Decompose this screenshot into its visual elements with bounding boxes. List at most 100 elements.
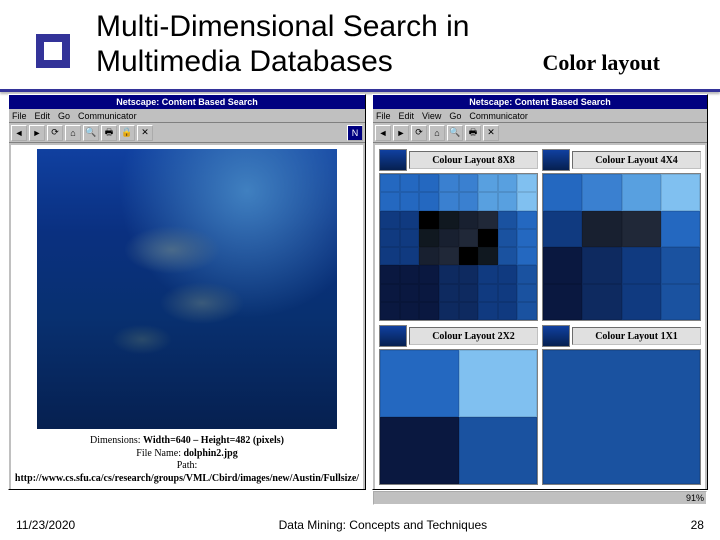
forward-button[interactable]: ► [393,125,409,141]
thumb-4x4 [542,149,570,171]
back-button[interactable]: ◄ [11,125,27,141]
color-cell [459,174,479,192]
color-cell [582,247,621,284]
right-toolbar: ◄ ► ⟳ ⌂ 🔍 🖶 ✕ [373,123,707,143]
label-8x8: Colour Layout 8X8 [409,151,538,169]
color-cell [400,302,420,320]
menu-view[interactable]: View [422,111,441,121]
color-cell [400,211,420,229]
label-1x1: Colour Layout 1X1 [572,327,701,345]
color-cell [622,174,661,211]
color-cell [380,265,400,283]
color-cell [439,247,459,265]
color-cell [459,350,538,417]
color-cell [543,211,582,248]
color-cell [498,174,518,192]
color-cell [478,174,498,192]
color-grid-2x2 [379,349,538,485]
color-cell [439,265,459,283]
home-button[interactable]: ⌂ [65,125,81,141]
title-line-1: Multi-Dimensional Search in [96,10,469,43]
forward-button[interactable]: ► [29,125,45,141]
filename-value: dolphin2.jpg [184,448,238,459]
color-cell [661,284,700,321]
color-cell [478,265,498,283]
stop-button[interactable]: ✕ [137,125,153,141]
color-cell [478,211,498,229]
label-2x2: Colour Layout 2X2 [409,327,538,345]
color-cell [419,192,439,210]
color-cell [498,265,518,283]
back-button[interactable]: ◄ [375,125,391,141]
thumb-1x1 [542,325,570,347]
color-cell [498,247,518,265]
panel-8x8: Colour Layout 8X8 [379,149,538,321]
color-cell [380,302,400,320]
security-button[interactable]: 🔒 [119,125,135,141]
thumb-2x2 [379,325,407,347]
color-cell [439,229,459,247]
stop-button[interactable]: ✕ [483,125,499,141]
color-cell [517,247,537,265]
menu-communicator[interactable]: Communicator [78,111,137,121]
right-browser-window: Netscape: Content Based Search File Edit… [372,94,708,490]
menu-go[interactable]: Go [58,111,70,121]
color-cell [380,229,400,247]
search-button[interactable]: 🔍 [447,125,463,141]
search-button[interactable]: 🔍 [83,125,99,141]
color-grid-8x8 [379,173,538,321]
menu-edit[interactable]: Edit [35,111,51,121]
color-cell [459,302,479,320]
menu-communicator[interactable]: Communicator [469,111,528,121]
reload-button[interactable]: ⟳ [47,125,63,141]
color-cell [380,247,400,265]
color-cell [419,302,439,320]
print-button[interactable]: 🖶 [101,125,117,141]
color-grid-4x4 [542,173,701,321]
color-cell [400,192,420,210]
color-cell [400,247,420,265]
color-cell [498,302,518,320]
color-cell [459,229,479,247]
color-cell [622,247,661,284]
path-value: http://www.cs.sfu.ca/cs/research/groups/… [15,473,359,484]
left-content-area: Dimensions: Width=640 – Height=482 (pixe… [11,145,363,489]
right-menubar: File Edit View Go Communicator [373,109,707,123]
left-browser-window: Netscape: Content Based Search File Edit… [8,94,366,490]
color-cell [517,211,537,229]
color-cell [419,174,439,192]
menu-file[interactable]: File [376,111,391,121]
color-cell [661,211,700,248]
reload-button[interactable]: ⟳ [411,125,427,141]
color-cell [478,247,498,265]
filename-label: File Name: [136,448,181,459]
status-bar: 91% [373,491,707,505]
path-label: Path: [177,460,198,471]
color-cell [419,284,439,302]
color-cell [419,211,439,229]
color-cell [622,211,661,248]
menu-file[interactable]: File [12,111,27,121]
color-cell [419,229,439,247]
home-button[interactable]: ⌂ [429,125,445,141]
color-cell [543,174,582,211]
panel-1x1: Colour Layout 1X1 [542,325,701,485]
right-content-area: Colour Layout 8X8 Colour Layout 4X4 Colo… [375,145,705,489]
menu-edit[interactable]: Edit [399,111,415,121]
color-cell [380,174,400,192]
color-cell [498,229,518,247]
color-cell [543,247,582,284]
color-cell [400,265,420,283]
label-4x4: Colour Layout 4X4 [572,151,701,169]
color-cell [459,417,538,484]
print-button[interactable]: 🖶 [465,125,481,141]
color-cell [478,229,498,247]
menu-go[interactable]: Go [449,111,461,121]
slide-subtitle: Color layout [542,50,660,76]
color-cell [478,302,498,320]
image-metadata: Dimensions: Width=640 – Height=482 (pixe… [15,435,359,485]
color-cell [517,192,537,210]
color-cell [582,174,621,211]
color-cell [543,284,582,321]
color-cell [622,284,661,321]
